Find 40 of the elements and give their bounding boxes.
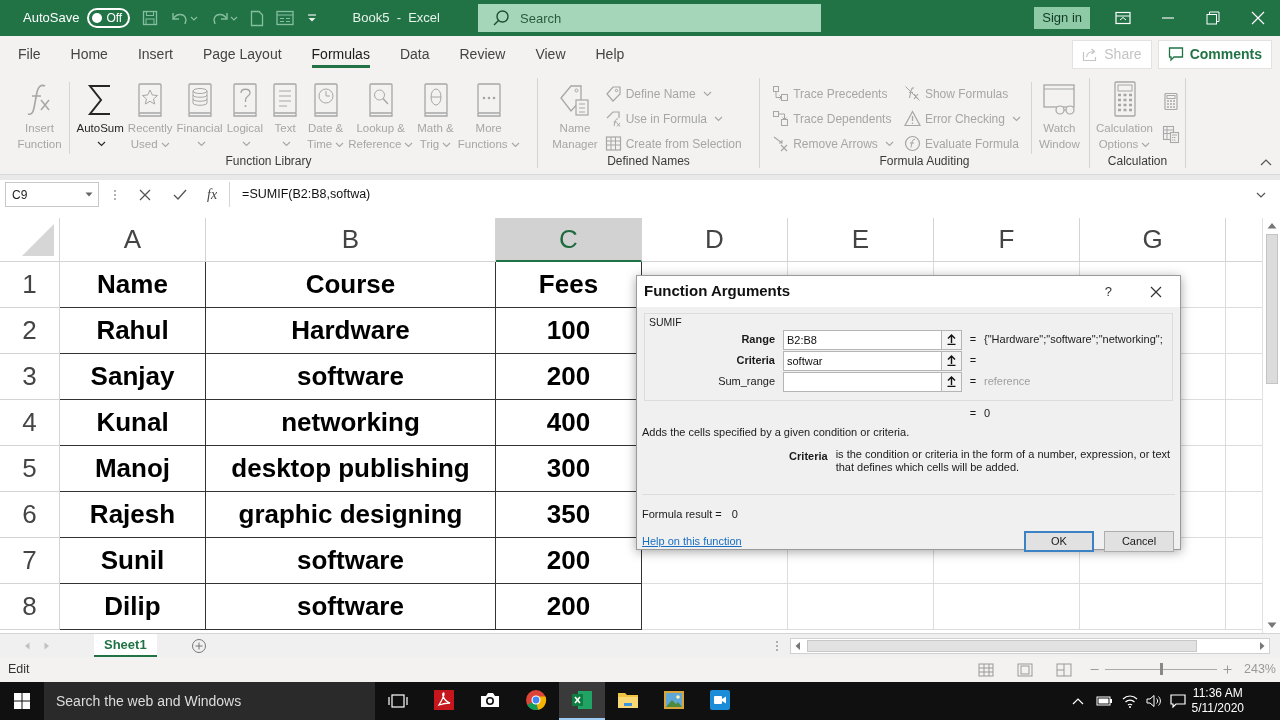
equals-sign: =	[968, 332, 978, 348]
function-name: SUMIF	[649, 316, 682, 329]
argument-label: Range	[740, 332, 775, 348]
group-label: Defined Names	[606, 154, 691, 168]
table-cell: Dilip	[60, 584, 206, 630]
table-cell: Hardware	[206, 308, 496, 354]
table-cell: Sanjay	[60, 354, 206, 400]
table-cell: Name	[60, 262, 206, 308]
table-cell: Kunal	[60, 400, 206, 446]
formula-result-label: Formula result =	[642, 507, 722, 522]
equals-sign: =	[968, 374, 978, 390]
status-mode: Edit	[8, 661, 30, 679]
argument-label: Criteria	[735, 353, 775, 369]
table-cell: graphic designing	[206, 492, 496, 538]
dialog-title: Function Arguments	[644, 281, 791, 302]
document-title: Book5 - Excel	[352, 9, 440, 28]
table-cell: software	[206, 354, 496, 400]
table-cell: Rahul	[60, 308, 206, 354]
table-cell: networking	[206, 400, 496, 446]
group-label: Function Library	[224, 154, 313, 168]
argument-label: Sum_range	[717, 374, 775, 390]
table-cell: Rajesh	[60, 492, 206, 538]
total-result: 0	[984, 405, 991, 421]
argument-result: {"Hardware";"software";"networking";	[984, 332, 1163, 348]
group-label: Formula Auditing	[878, 154, 971, 168]
argument-result: reference	[984, 374, 1031, 390]
table-cell: Course	[206, 262, 496, 308]
table-cell: desktop publishing	[206, 446, 496, 492]
table-cell: Manoj	[60, 446, 206, 492]
argument-help-name: Criteria	[788, 449, 828, 464]
argument-help-text: is the condition or criteria in the form of a number, expression, or text that defines which cells will be added.	[835, 448, 1172, 474]
table-cell: Sunil	[60, 538, 206, 584]
table-cell: software	[206, 584, 496, 630]
equals-sign: =	[968, 353, 978, 369]
autosave-label: AutoSave	[23, 9, 80, 28]
equals-sign: =	[968, 405, 978, 421]
group-label: Calculation	[1106, 154, 1169, 168]
formula-result-value: 0	[731, 507, 738, 522]
table-cell: software	[206, 538, 496, 584]
function-description: Adds the cells specified by a given condition or criteria.	[642, 425, 911, 439]
